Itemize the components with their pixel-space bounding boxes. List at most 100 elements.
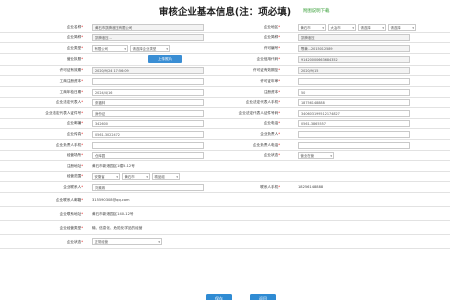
field-label: 企业邮编*: [66, 121, 83, 126]
chevron-down-icon: ▾: [382, 25, 384, 30]
chevron-down-icon: ▾: [116, 175, 118, 180]
form-row: 注册地址* 黄石市新港园区1幢5-12号: [0, 161, 450, 172]
region-select-1[interactable]: 黄石市 ▾: [298, 23, 326, 31]
enterprise-status-select[interactable]: 营业在营 ▾: [298, 152, 334, 160]
region-select-4[interactable]: 请选择 ▾: [388, 23, 416, 31]
license-annual-review-field[interactable]: [298, 77, 410, 85]
license-number-field[interactable]: 鄂黄...2015012589: [298, 44, 410, 52]
field-label: 经营范围*: [66, 174, 83, 179]
field-label: 许可证年审*: [260, 78, 280, 83]
form-row: 企业联系地址* 黄石市新港园区140-12号: [0, 207, 450, 221]
chevron-down-icon: ▾: [124, 46, 126, 51]
field-label: 企业传真*: [66, 131, 83, 136]
chevron-down-icon: ▾: [146, 175, 148, 180]
field-label: 注册资本*: [263, 89, 280, 94]
operating-status-select[interactable]: 正常经营 ▾: [92, 238, 162, 246]
field-label: 营业执照*: [66, 57, 83, 62]
field-label: 企业联系人*: [63, 184, 83, 189]
field-label: 企业法定代表人证件号*: [45, 110, 83, 115]
region-select-2[interactable]: 大冶市 ▾: [328, 23, 356, 31]
page-title: 审核企业基本信息(注：项必填): [158, 7, 292, 18]
form-row: 工商注册资本* 许可证年审*: [0, 76, 450, 87]
annual-inspection-date-field[interactable]: 2024/4/16: [92, 88, 204, 96]
form-row: 企业法定代表人* 张福林 企业法定代表人手机* 18756148888: [0, 98, 450, 109]
form-row: 经营范围* 安徽省 ▾ 黄石市 ▾ 精品组 ▾: [0, 172, 450, 183]
enterprise-subtype-select[interactable]: 请选择企业类型 ▾: [130, 44, 170, 52]
legal-rep-field[interactable]: 张福林: [92, 99, 204, 107]
province-select[interactable]: 安徽省 ▾: [92, 173, 120, 181]
contact-address-value: 黄石市新港园区140-12号: [92, 211, 134, 216]
field-label: 企业状态*: [263, 153, 280, 158]
chevron-down-icon: ▾: [330, 154, 332, 159]
short-name-right-field[interactable]: 凯腾液压: [298, 34, 410, 42]
field-label: 许可证有效期至*: [253, 68, 280, 73]
registered-capital-field[interactable]: [92, 77, 204, 85]
enterprise-type-select[interactable]: 有限公司 ▾: [92, 44, 128, 52]
field-label: 企业联系地址*: [59, 211, 83, 216]
form-row: 企业经营类型* 输、信息化、危险化学品的经营: [0, 221, 450, 235]
field-label: 企业负责人*: [260, 131, 280, 136]
legal-rep-phone-field[interactable]: 18756148888: [298, 99, 410, 107]
field-label: 企业经营类型*: [59, 225, 83, 230]
field-label: 企业简称*: [263, 35, 280, 40]
form-row: 企业简称* 凯腾液压... 企业简称* 凯腾液压: [0, 33, 450, 44]
field-label: 许可编号*: [263, 45, 280, 50]
save-button[interactable]: 保存: [206, 294, 232, 300]
manager-field[interactable]: [298, 130, 410, 138]
form-row: 营业执照* 上传照片 企业信用代码* 91420000663684352: [0, 54, 450, 66]
contact-email-value: 315590308@qq.com: [92, 197, 130, 202]
enterprise-name-field[interactable]: 黄石市凯腾液压有限公司: [92, 23, 204, 31]
field-label: 企业地区*: [263, 24, 280, 29]
credit-code-field[interactable]: 91420000663684352: [298, 55, 410, 63]
license-valid-to-field[interactable]: 2020/9/15: [298, 67, 410, 75]
form-row: 企业类型* 有限公司 ▾ 请选择企业类型 ▾ 许可编号* 鄂黄...20150125…: [0, 43, 450, 54]
field-label: 企业名称*: [66, 24, 83, 29]
district-select[interactable]: 精品组 ▾: [152, 173, 180, 181]
field-label: 工商年检日期*: [59, 89, 83, 94]
chevron-down-icon: ▾: [158, 240, 160, 245]
download-help-link[interactable]: 附图说明下载: [303, 8, 329, 14]
contact-person-field[interactable]: 刘素珠: [92, 183, 204, 191]
city-select[interactable]: 黄石市 ▾: [122, 173, 150, 181]
form-row: 工商年检日期* 2024/4/16 注册资本* 50: [0, 87, 450, 98]
field-label: 企业法定代表人*: [56, 100, 83, 105]
form-row: 企业联系人邮箱* 315590308@qq.com: [0, 193, 450, 207]
chevron-down-icon: ▾: [352, 25, 354, 30]
form-row: 经营场所* 仓库园 企业状态* 营业在营 ▾: [0, 151, 450, 162]
title-bar: 审核企业基本信息(注：项必填) 附图说明下载: [0, 0, 450, 22]
back-button[interactable]: 返回: [250, 294, 276, 300]
field-label: 经营场所*: [66, 153, 83, 158]
business-premises-field[interactable]: 仓库园: [92, 152, 204, 160]
field-label: 企业简称*: [66, 35, 83, 40]
form-row: 企业法定代表人证件号* 身份证 企业法定代表人证件号码* 34060319951…: [0, 108, 450, 119]
capital-field[interactable]: 50: [298, 88, 410, 96]
form-row: 企业邮编* 342600 企业电话* 0561-3865557: [0, 119, 450, 130]
legal-rep-id-type-field[interactable]: 身份证: [92, 109, 204, 117]
field-label: 企业法定代表人证件号码*: [238, 110, 280, 115]
field-label: 许可证有效期*: [59, 68, 83, 73]
field-label: 企业负责人电话*: [253, 142, 280, 147]
short-name-field[interactable]: 凯腾液压...: [92, 34, 204, 42]
field-label: 企业负责人手机*: [56, 142, 83, 147]
postcode-field[interactable]: 342600: [92, 120, 204, 128]
fax-field[interactable]: 0561-3022472: [92, 130, 204, 138]
business-type-value: 输、信息化、危险化学品的经营: [92, 225, 143, 230]
contact-mobile-value: 18256148888: [298, 184, 324, 189]
form-row: 企业联系人* 刘素珠 联系人手机* 18256148888: [0, 182, 450, 193]
field-label: 企业状态*: [66, 239, 83, 244]
field-label: 企业联系人邮箱*: [56, 197, 83, 202]
field-label: 工商注册资本*: [59, 78, 83, 83]
region-select-3[interactable]: 请选择 ▾: [358, 23, 386, 31]
form-row: 企业名称* 黄石市凯腾液压有限公司 企业地区* 黄石市 ▾ 大冶市 ▾ 请选择 ▾ 请…: [0, 22, 450, 33]
form-row: 企业负责人手机* 企业负责人电话*: [0, 140, 450, 151]
form-row: 企业传真* 0561-3022472 企业负责人*: [0, 129, 450, 140]
field-label: 企业信用代码*: [256, 57, 280, 62]
manager-mobile-field[interactable]: [92, 141, 204, 149]
phone-field[interactable]: 0561-3865557: [298, 120, 410, 128]
field-label: 联系人手机*: [260, 184, 280, 189]
upload-photo-button[interactable]: 上传照片: [148, 54, 182, 63]
legal-rep-id-number-field[interactable]: 340603199512174827: [298, 109, 410, 117]
license-valid-from-field[interactable]: 2020/9/24 17:56:09: [92, 67, 204, 75]
manager-phone-field[interactable]: [298, 141, 410, 149]
registered-address-value: 黄石市新港园区1幢5-12号: [92, 163, 135, 168]
